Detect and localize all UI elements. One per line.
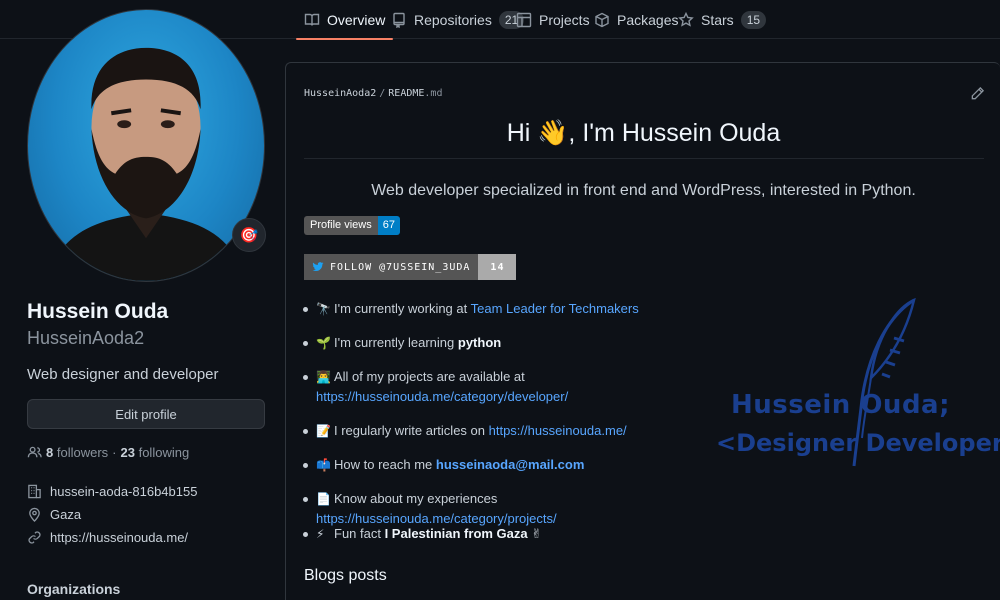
website-link[interactable]: https://husseinouda.me/ bbox=[50, 530, 188, 545]
profile-bio: Web designer and developer bbox=[27, 366, 219, 383]
stars-count-badge: 15 bbox=[740, 10, 767, 29]
readme-subtitle: Web developer specialized in front end a… bbox=[371, 182, 916, 199]
twitter-icon bbox=[312, 262, 324, 272]
list-item: 📝 I regularly write articles on https://h… bbox=[303, 421, 736, 441]
separator-dot: · bbox=[112, 445, 117, 460]
heading-divider bbox=[304, 158, 984, 159]
twitter-badge-left: FOLLOW @7USSEIN_3UDA bbox=[304, 254, 479, 280]
list-item-text: I regularly write articles on bbox=[334, 423, 489, 438]
telescope-icon: 🔭 bbox=[316, 302, 331, 316]
list-item: ⚡ Fun fact I Palestinian from Gaza ✌ bbox=[303, 524, 736, 544]
profile-website: https://husseinouda.me/ bbox=[27, 530, 188, 545]
repo-icon bbox=[393, 12, 405, 28]
articles-link[interactable]: https://husseinouda.me/ bbox=[489, 423, 627, 438]
tab-label: Stars bbox=[701, 11, 734, 28]
logo-text-line1: Hussein Ouda; bbox=[731, 390, 950, 420]
email-link[interactable]: husseinaoda@mail.com bbox=[436, 457, 585, 472]
profile-views-badge: Profile views 67 bbox=[304, 216, 400, 235]
list-item-text: How to reach me bbox=[334, 457, 436, 472]
people-icon bbox=[27, 445, 42, 460]
profile-name: Hussein Ouda bbox=[27, 300, 169, 323]
edit-profile-button[interactable]: Edit profile bbox=[27, 399, 265, 429]
profile-location: Gaza bbox=[27, 507, 81, 522]
readme-heading: Hi 👋, I'm Hussein Ouda bbox=[506, 119, 781, 147]
logo-text-line2: <Designer Developer> bbox=[716, 429, 1000, 457]
list-item-text: All of my projects are available at bbox=[334, 369, 525, 384]
avatar-photo bbox=[47, 47, 245, 281]
readme-file-link[interactable]: README.md bbox=[388, 88, 442, 99]
list-item-text: I'm currently learning bbox=[334, 335, 458, 350]
location-icon bbox=[27, 507, 42, 522]
list-item: 📄 Know about my experiences https://husse… bbox=[303, 489, 736, 529]
edit-readme-button[interactable] bbox=[970, 86, 985, 101]
status-emoji-button[interactable]: 🎯 bbox=[232, 218, 266, 252]
list-item: 👨‍💻 All of my projects are available at h… bbox=[303, 367, 736, 407]
list-item-text: Fun fact bbox=[334, 526, 385, 541]
lightning-icon: ⚡ bbox=[316, 527, 325, 541]
following-link[interactable]: 23 following bbox=[121, 445, 190, 460]
hussein-ouda-logo: Hussein Ouda; <Designer Developer> bbox=[716, 298, 1000, 468]
profile-login: HusseinAoda2 bbox=[27, 328, 145, 348]
tab-label: Projects bbox=[539, 11, 590, 28]
organizations-heading: Organizations bbox=[27, 581, 121, 597]
readme-repo-link[interactable]: HusseinAoda2 bbox=[304, 88, 376, 99]
company-text: hussein-aoda-816b4b155 bbox=[50, 484, 198, 499]
techmakers-link[interactable]: Team Leader for Techmakers bbox=[471, 301, 639, 316]
following-count: 23 bbox=[120, 445, 135, 460]
avatar[interactable] bbox=[27, 9, 265, 282]
views-count: 67 bbox=[377, 216, 400, 235]
followers-link[interactable]: 8 followers bbox=[46, 445, 108, 460]
list-item-text: I'm currently working at bbox=[334, 301, 471, 316]
developer-icon: 👨‍💻 bbox=[316, 370, 331, 384]
profile-company: hussein-aoda-816b4b155 bbox=[27, 484, 197, 499]
path-separator: / bbox=[379, 88, 386, 99]
pencil-icon bbox=[971, 86, 985, 100]
target-icon: 🎯 bbox=[239, 227, 259, 244]
tab-projects[interactable]: Projects bbox=[516, 0, 590, 39]
package-icon bbox=[595, 12, 609, 27]
following-label: following bbox=[138, 445, 190, 460]
list-item: 🌱 I'm currently learning python bbox=[303, 333, 736, 353]
mailbox-icon: 📫 bbox=[316, 458, 331, 472]
followers-count: 8 bbox=[46, 445, 54, 460]
tab-label: Packages bbox=[617, 11, 679, 28]
list-item-text: Know about my experiences bbox=[334, 491, 498, 506]
location-text: Gaza bbox=[50, 507, 82, 522]
list-item-bold: python bbox=[457, 335, 502, 350]
twitter-count: 14 bbox=[478, 254, 517, 280]
list-item: 📫 How to reach me husseinaoda@mail.com bbox=[303, 455, 736, 475]
seedling-icon: 🌱 bbox=[316, 336, 331, 350]
book-icon bbox=[304, 13, 320, 26]
link-icon bbox=[27, 530, 42, 545]
tab-label: Overview bbox=[327, 11, 386, 28]
building-icon bbox=[27, 484, 42, 499]
list-item: 🔭 I'm currently working at Team Leader fo… bbox=[303, 299, 736, 319]
tab-stars[interactable]: Stars 15 bbox=[678, 0, 767, 39]
readme-card: HusseinAoda2/README.md Hi 👋, I'm Hussein… bbox=[285, 62, 1000, 600]
twitter-label: FOLLOW @7USSEIN_3UDA bbox=[330, 261, 471, 273]
readme-file-ext: .md bbox=[424, 88, 443, 99]
readme-file-name: README bbox=[388, 88, 425, 99]
followers-label: followers bbox=[56, 445, 109, 460]
star-icon bbox=[678, 11, 694, 27]
page-icon: 📄 bbox=[316, 492, 331, 506]
tab-packages[interactable]: Packages bbox=[594, 0, 678, 39]
views-label: Profile views bbox=[304, 216, 378, 235]
victory-hand-icon: ✌ bbox=[531, 526, 543, 541]
memo-icon: 📝 bbox=[316, 424, 331, 438]
blogs-posts-heading: Blogs posts bbox=[304, 567, 387, 584]
tab-overview[interactable]: Overview bbox=[295, 0, 394, 40]
tab-repositories[interactable]: Repositories 21 bbox=[391, 0, 525, 39]
follow-stats: 8 followers · 23 following bbox=[27, 445, 189, 460]
tab-label: Repositories bbox=[414, 11, 492, 28]
projects-link[interactable]: https://husseinouda.me/category/develope… bbox=[316, 389, 568, 404]
list-item-bold: I Palestinian from Gaza bbox=[384, 526, 528, 541]
twitter-follow-badge[interactable]: FOLLOW @7USSEIN_3UDA 14 bbox=[304, 254, 517, 280]
project-icon bbox=[516, 12, 532, 27]
readme-breadcrumb: HusseinAoda2/README.md bbox=[304, 88, 442, 99]
